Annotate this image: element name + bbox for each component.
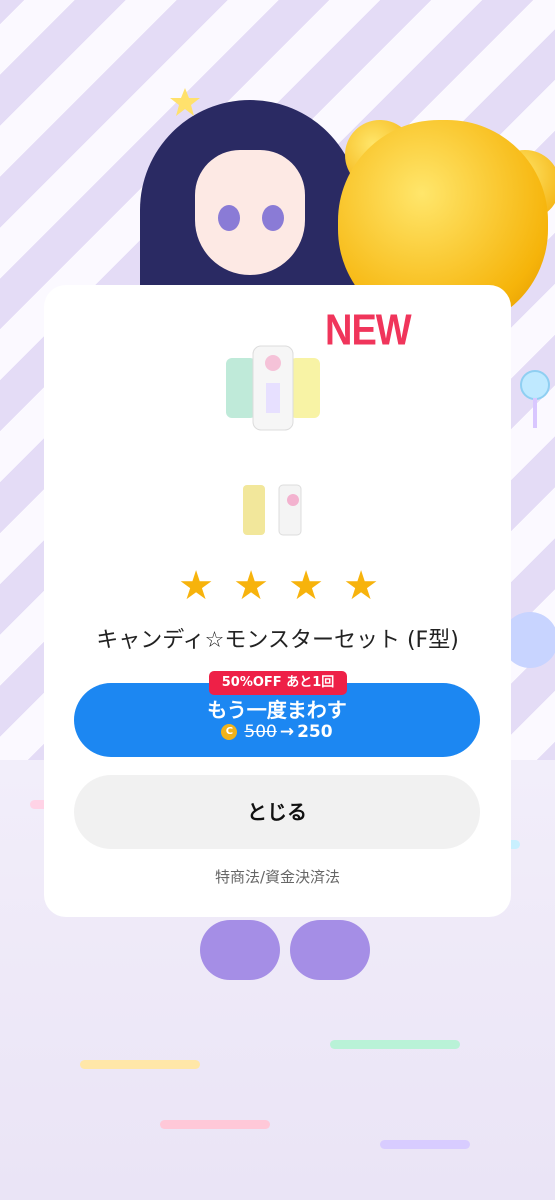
avatar-character [0,0,555,330]
spin-again-label: もう一度まわす [207,698,347,722]
floor-candy-decoration [330,1040,460,1049]
star-icon: ★ [178,563,214,609]
floor-candy-decoration [380,1140,470,1149]
avatar-eye [262,205,284,231]
avatar-shoe [290,920,370,980]
new-price: 250 [297,722,333,742]
floor-candy-decoration [80,1060,200,1069]
old-price: 500 [244,722,277,742]
star-icon: ★ [288,563,324,609]
price-arrow: → [279,722,295,742]
lollipop-decoration [520,370,550,428]
close-button[interactable]: とじる [74,775,480,849]
shoes-item-icon [243,484,302,536]
avatar-face [195,150,305,275]
new-badge: NEW [325,306,412,356]
legal-notice-link[interactable]: 特商法/資金決済法 [44,866,511,887]
coin-icon: C [221,724,238,740]
star-icon: ★ [343,563,379,609]
floor-candy-decoration [160,1120,270,1129]
outfit-item-icon [226,345,320,431]
discount-badge: 50%OFF あと1回 [209,671,347,695]
star-icon: ★ [233,563,269,609]
star-decoration [170,88,200,116]
price-row: C 500 → 250 [74,722,480,742]
item-name: キャンディ☆モンスターセット (F型) [96,628,459,653]
avatar-shoe [200,920,280,980]
avatar-eye [218,205,240,231]
rarity-stars: ★ ★ ★ ★ [175,565,383,607]
